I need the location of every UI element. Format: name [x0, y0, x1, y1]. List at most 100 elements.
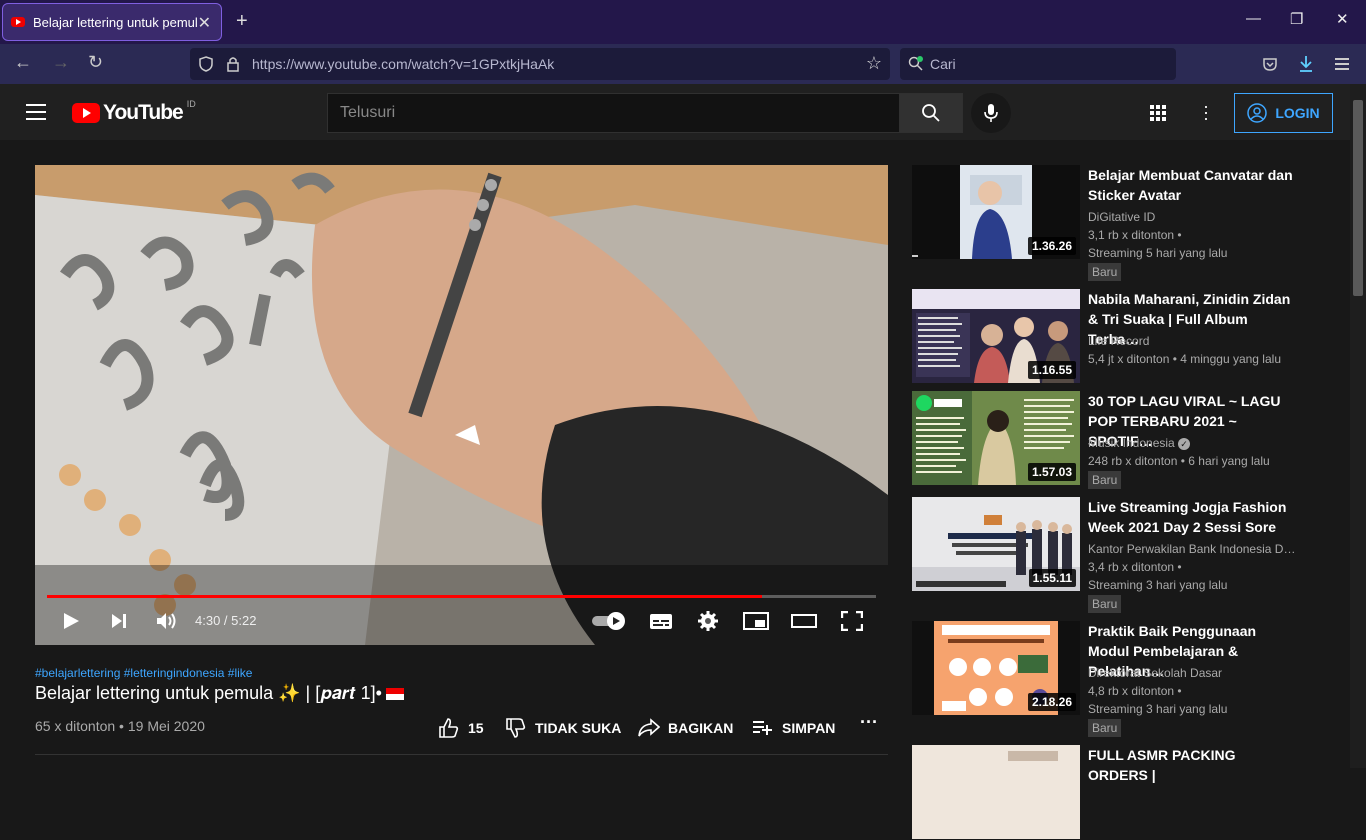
more-vertical-icon[interactable]: · · · — [1203, 97, 1209, 127]
shield-icon[interactable] — [198, 56, 214, 72]
fullscreen-icon — [841, 611, 863, 631]
video-thumbnail[interactable]: 1.57.03 — [912, 391, 1080, 485]
theater-mode-button[interactable] — [791, 609, 817, 633]
next-button[interactable] — [109, 609, 129, 633]
bookmark-star-icon[interactable]: ☆ — [866, 53, 882, 74]
back-icon[interactable]: ← — [14, 52, 32, 73]
view-count: 248 rb x ditonton • 6 hari yang lalu — [1088, 454, 1270, 468]
thumbnail-image — [912, 745, 1080, 839]
settings-button[interactable] — [697, 609, 719, 633]
channel-name[interactable]: Direktorat Sekolah Dasar — [1088, 666, 1222, 680]
new-tab-icon[interactable]: + — [236, 10, 248, 33]
channel-name[interactable]: Musik Indonesia ✓ — [1088, 436, 1191, 450]
url-text: https://www.youtube.com/watch?v=1GPxtkjH… — [252, 56, 555, 72]
new-badge: Baru — [1088, 263, 1122, 281]
subtitles-icon — [650, 614, 672, 629]
close-window-icon[interactable]: ✕ — [1336, 10, 1349, 28]
recommendation-item[interactable]: FULL ASMR PACKING ORDERS | — [912, 745, 1332, 840]
playlist-add-icon — [753, 721, 772, 735]
recommendation-item[interactable]: 2.18.26 Praktik Baik Penggunaan Modul Pe… — [912, 621, 1332, 737]
video-thumbnail[interactable]: 1.36.26 — [912, 165, 1080, 259]
youtube-search-input[interactable]: Telusuri — [327, 93, 900, 133]
like-count: 15 — [468, 720, 484, 736]
browser-tab-bar: Belajar lettering untuk pemula ✕ + — ❐ ✕ — [0, 0, 1366, 44]
menu-icon[interactable] — [1335, 58, 1349, 70]
video-duration: 2.18.26 — [1027, 693, 1076, 711]
save-button[interactable]: SIMPAN — [752, 718, 835, 738]
video-duration: 1.36.26 — [1027, 237, 1076, 255]
search-icon — [908, 56, 923, 71]
login-button[interactable]: LOGIN — [1234, 93, 1333, 133]
theater-mode-icon — [791, 614, 817, 628]
channel-name[interactable]: Kantor Perwakilan Bank Indonesia D… — [1088, 542, 1298, 556]
microphone-icon — [984, 104, 998, 122]
youtube-search-button[interactable] — [899, 93, 963, 133]
video-thumbnail[interactable]: 2.18.26 — [912, 621, 1080, 715]
video-duration: 1.55.11 — [1028, 569, 1076, 587]
like-button[interactable]: 15 — [438, 718, 484, 738]
account-icon — [1247, 103, 1268, 123]
browser-search-placeholder: Cari — [930, 56, 956, 72]
video-player[interactable]: 4:30 / 5:22 — [35, 165, 888, 645]
minimize-icon[interactable]: — — [1246, 10, 1261, 27]
channel-name[interactable]: Life Record — [1088, 334, 1149, 348]
fullscreen-button[interactable] — [841, 609, 863, 633]
lock-icon — [227, 57, 239, 72]
autoplay-toggle[interactable] — [591, 609, 627, 633]
recommendation-title[interactable]: Belajar Membuat Canvatar dan Sticker Ava… — [1088, 165, 1298, 205]
url-bar[interactable]: https://www.youtube.com/watch?v=1GPxtkjH… — [190, 48, 890, 80]
video-hashtags[interactable]: #belajarlettering #letteringindonesia #l… — [35, 666, 252, 680]
voice-search-button[interactable] — [971, 93, 1011, 133]
view-count: 3,4 rb x ditonton • — [1088, 560, 1182, 574]
recommendation-item[interactable]: 1.36.26 Belajar Membuat Canvatar dan Sti… — [912, 165, 1332, 281]
video-progress-fill — [47, 595, 762, 598]
volume-button[interactable] — [155, 609, 177, 633]
recommendation-title[interactable]: Live Streaming Jogja Fashion Week 2021 D… — [1088, 497, 1298, 537]
share-label: BAGIKAN — [668, 720, 734, 736]
recommendation-item[interactable]: 1.55.11 Live Streaming Jogja Fashion Wee… — [912, 497, 1332, 613]
new-badge: Baru — [1088, 719, 1122, 737]
apps-grid-icon[interactable] — [1150, 105, 1166, 121]
view-count: 5,4 jt x ditonton • 4 minggu yang lalu — [1088, 352, 1281, 366]
subtitles-button[interactable] — [649, 609, 673, 633]
scrollbar-thumb[interactable] — [1353, 100, 1363, 296]
video-title: Belajar lettering untuk pemula ✨ | [𝒑𝒂𝒓𝒕… — [35, 683, 404, 704]
recommendation-item[interactable]: 1.16.55 Nabila Maharani, Zinidin Zidan &… — [912, 289, 1332, 384]
share-button[interactable]: BAGIKAN — [638, 718, 733, 738]
play-icon — [64, 613, 79, 629]
channel-name[interactable]: DiGitative ID — [1088, 210, 1155, 224]
recommendation-title[interactable]: FULL ASMR PACKING ORDERS | — [1088, 745, 1298, 785]
play-button[interactable] — [61, 609, 81, 633]
forward-icon[interactable]: → — [52, 52, 70, 73]
thumbs-up-icon — [439, 718, 459, 738]
video-thumbnail[interactable]: 1.55.11 — [912, 497, 1080, 591]
browser-search-field[interactable]: Cari — [900, 48, 1176, 80]
recommendation-item[interactable]: 1.57.03 30 TOP LAGU VIRAL ~ LAGU POP TER… — [912, 391, 1332, 489]
share-icon — [638, 718, 660, 737]
video-progress-bar[interactable] — [47, 595, 876, 598]
dislike-button[interactable]: TIDAK SUKA — [505, 718, 621, 738]
view-count: 3,1 rb x ditonton • — [1088, 228, 1182, 242]
channel-name-text: Musik Indonesia — [1088, 436, 1175, 450]
next-icon — [112, 614, 126, 628]
miniplayer-button[interactable] — [743, 609, 769, 633]
downloads-icon[interactable] — [1298, 55, 1314, 73]
video-duration: 1.57.03 — [1027, 463, 1076, 481]
verified-check-icon: ✓ — [1178, 438, 1191, 450]
more-actions-icon[interactable]: ··· — [860, 712, 878, 733]
youtube-logo[interactable]: YouTube ID — [72, 99, 196, 125]
thumbs-down-icon — [506, 718, 526, 738]
close-tab-icon[interactable]: ✕ — [198, 13, 211, 33]
gear-icon — [698, 611, 718, 631]
video-thumbnail[interactable]: 1.16.55 — [912, 289, 1080, 383]
page-scrollbar[interactable] — [1350, 84, 1366, 768]
pocket-icon[interactable] — [1262, 56, 1278, 72]
dislike-label: TIDAK SUKA — [535, 720, 622, 736]
maximize-icon[interactable]: ❐ — [1290, 10, 1303, 28]
video-time: 4:30 / 5:22 — [195, 613, 257, 628]
reload-icon[interactable]: ↻ — [88, 52, 103, 73]
video-thumbnail[interactable] — [912, 745, 1080, 839]
video-duration: 1.16.55 — [1027, 361, 1076, 379]
browser-tab[interactable]: Belajar lettering untuk pemula ✕ — [2, 3, 222, 41]
guide-menu-icon[interactable] — [26, 104, 46, 125]
